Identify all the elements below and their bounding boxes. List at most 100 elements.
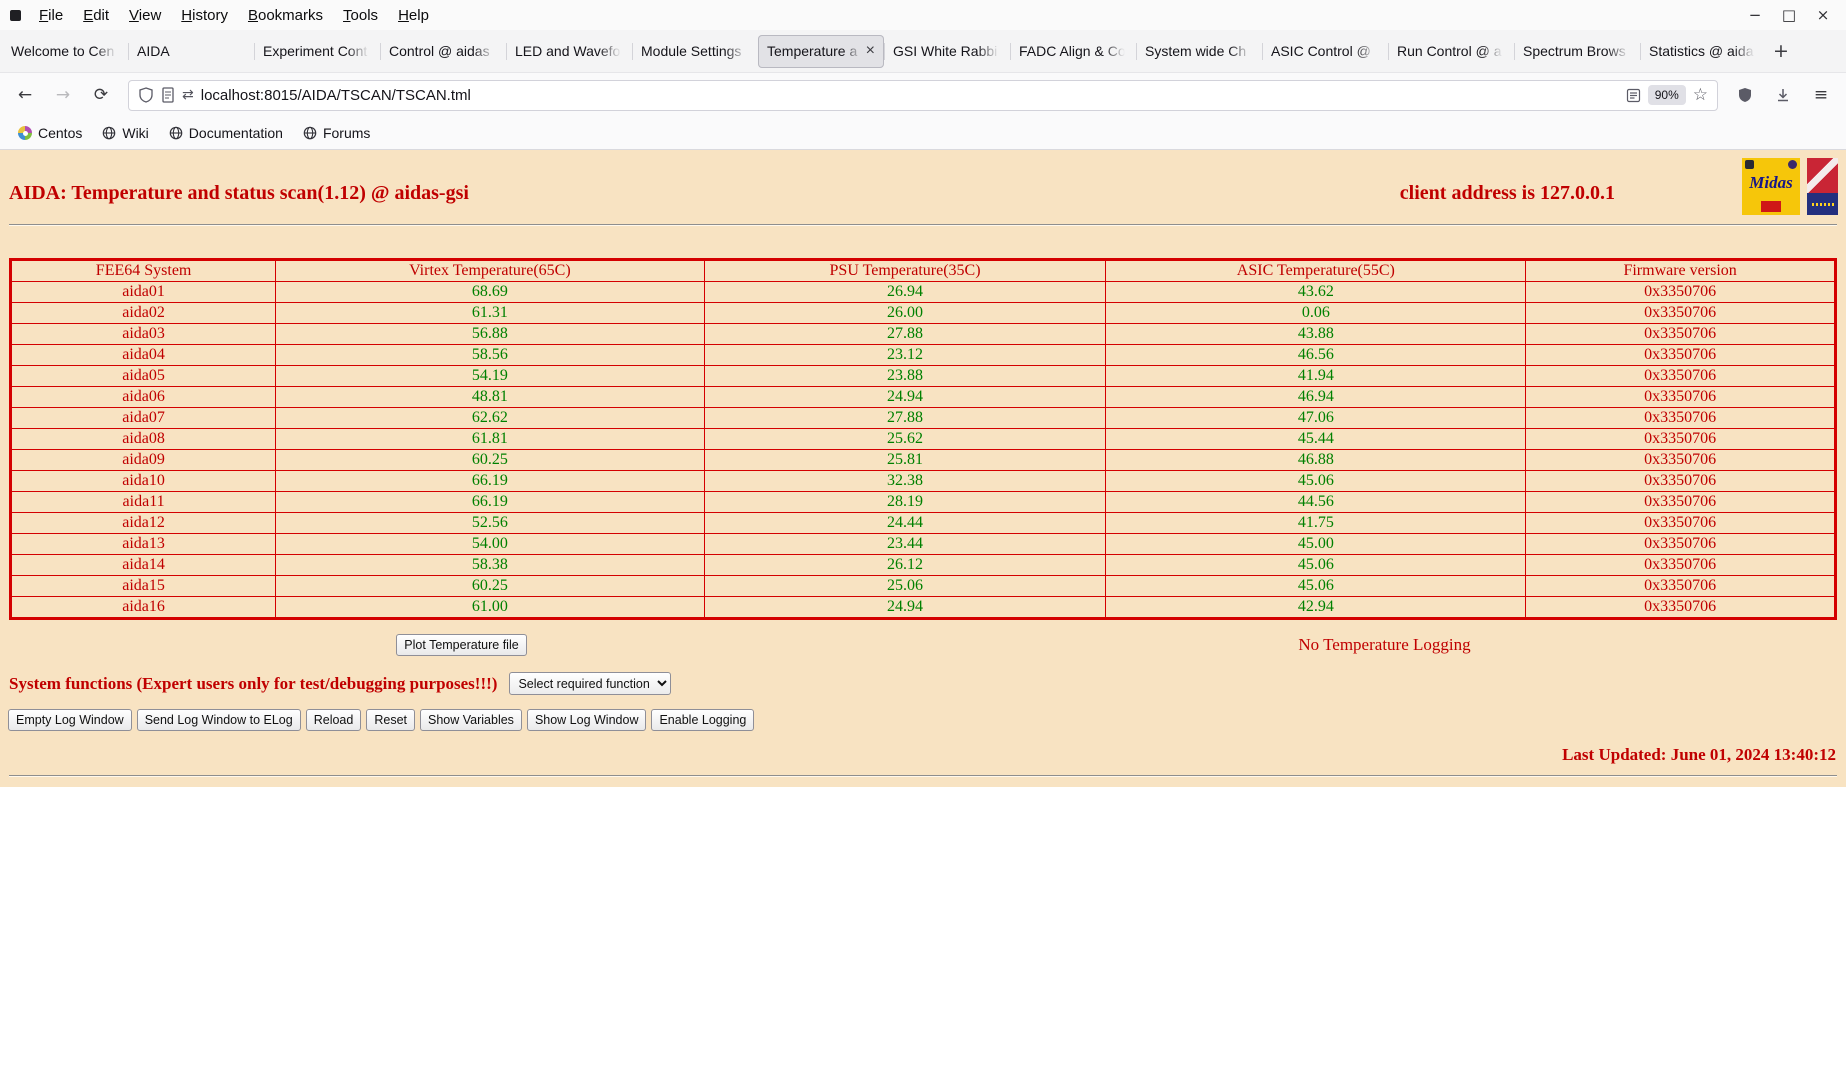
cell-firmware: 0x3350706 — [1525, 428, 1836, 450]
cell-firmware: 0x3350706 — [1525, 281, 1836, 303]
tab-led-and-wavefo[interactable]: LED and Wavefo — [506, 35, 632, 68]
forward-button[interactable]: → — [46, 79, 80, 111]
reload-button[interactable]: Reload — [305, 709, 362, 731]
cell-asic-temp: 45.00 — [1105, 533, 1527, 555]
logging-status-cell: No Temperature Logging — [923, 635, 1846, 655]
close-button[interactable]: × — [1810, 6, 1836, 24]
shield-icon[interactable] — [138, 87, 154, 103]
cell-system: aida13 — [9, 533, 277, 555]
bookmark-wiki[interactable]: Wiki — [94, 122, 156, 144]
bookmark-label: Documentation — [188, 125, 283, 141]
tab-welcome-to-cen[interactable]: Welcome to Cen — [2, 35, 128, 68]
cell-asic-temp: 41.75 — [1105, 512, 1527, 534]
show-variables-button[interactable]: Show Variables — [420, 709, 522, 731]
cell-virtex-temp: 54.00 — [275, 533, 705, 555]
maximize-button[interactable]: □ — [1776, 6, 1802, 24]
reload-button[interactable]: ⟳ — [84, 79, 118, 111]
downloads-icon[interactable] — [1766, 79, 1800, 111]
cell-asic-temp: 42.94 — [1105, 596, 1527, 619]
institute-logo-text-marks — [1811, 202, 1834, 206]
tab-gsi-white-rabbi[interactable]: GSI White Rabbi — [884, 35, 1010, 68]
empty-log-window-button[interactable]: Empty Log Window — [8, 709, 132, 731]
table-row: aida02 61.31 26.00 0.06 0x3350706 — [9, 302, 1836, 324]
menu-bar-items: File Edit View History Bookmarks Tools Help — [29, 7, 439, 24]
page-logos: Midas — [1742, 158, 1838, 215]
minimize-button[interactable]: − — [1742, 6, 1768, 24]
exchange-arrows-icon[interactable]: ⇄ — [182, 87, 194, 103]
institute-logo[interactable] — [1807, 158, 1838, 215]
menu-edit[interactable]: Edit — [73, 7, 119, 24]
tab-fadc-align-co[interactable]: FADC Align & Co — [1010, 35, 1136, 68]
cell-asic-temp: 0.06 — [1105, 302, 1527, 324]
table-row: aida10 66.19 32.38 45.06 0x3350706 — [9, 470, 1836, 492]
cell-system: aida16 — [9, 596, 277, 619]
cell-system: aida11 — [9, 491, 277, 513]
extension-shield-icon[interactable] — [1728, 79, 1762, 111]
globe-icon — [303, 126, 317, 140]
cell-firmware: 0x3350706 — [1525, 386, 1836, 408]
cell-asic-temp: 45.06 — [1105, 470, 1527, 492]
cell-system: aida10 — [9, 470, 277, 492]
midas-logo-corner-icon — [1745, 160, 1754, 169]
bookmark-forums[interactable]: Forums — [295, 122, 378, 144]
tab-aida[interactable]: AIDA — [128, 35, 254, 68]
bookmark-centos[interactable]: Centos — [10, 122, 90, 144]
new-tab-button[interactable]: + — [1766, 36, 1796, 66]
table-row: aida03 56.88 27.88 43.88 0x3350706 — [9, 323, 1836, 345]
window-icon — [10, 9, 21, 21]
enable-logging-button[interactable]: Enable Logging — [651, 709, 755, 731]
tab-experiment-cont[interactable]: Experiment Cont — [254, 35, 380, 68]
cell-system: aida14 — [9, 554, 277, 576]
system-functions-label: System functions (Expert users only for … — [9, 673, 498, 693]
cell-asic-temp: 45.06 — [1105, 575, 1527, 597]
temperature-table: FEE64 System Virtex Temperature(65C) PSU T… — [9, 258, 1837, 620]
table-row: aida13 54.00 23.44 45.00 0x3350706 — [9, 533, 1836, 555]
zoom-indicator[interactable]: 90% — [1647, 85, 1686, 105]
cell-virtex-temp: 62.62 — [275, 407, 705, 429]
cell-asic-temp: 44.56 — [1105, 491, 1527, 513]
reset-button[interactable]: Reset — [366, 709, 415, 731]
tab-label: Temperature a — [767, 43, 858, 59]
menu-tools[interactable]: Tools — [333, 7, 388, 24]
centos-logo-icon — [18, 126, 32, 140]
tab-control-aidas[interactable]: Control @ aidas — [380, 35, 506, 68]
cell-firmware: 0x3350706 — [1525, 470, 1836, 492]
cell-asic-temp: 46.94 — [1105, 386, 1527, 408]
tab-system-wide-ch[interactable]: System wide Ch — [1136, 35, 1262, 68]
menu-hamburger-icon[interactable]: ≡ — [1804, 79, 1838, 111]
table-row: aida11 66.19 28.19 44.56 0x3350706 — [9, 491, 1836, 513]
tab-run-control-a[interactable]: Run Control @ a — [1388, 35, 1514, 68]
tab-asic-control[interactable]: ASIC Control @ — [1262, 35, 1388, 68]
cell-firmware: 0x3350706 — [1525, 449, 1836, 471]
tab-module-settings[interactable]: Module Settings — [632, 35, 758, 68]
menu-view[interactable]: View — [119, 7, 171, 24]
tab-statistics-aida[interactable]: Statistics @ aida — [1640, 35, 1766, 68]
function-select[interactable]: Select required function — [509, 672, 672, 695]
table-row: aida16 61.00 24.94 42.94 0x3350706 — [9, 596, 1836, 619]
cell-firmware: 0x3350706 — [1525, 596, 1836, 619]
menu-history[interactable]: History — [171, 7, 238, 24]
reader-mode-icon[interactable] — [1626, 88, 1641, 103]
url-bar[interactable]: ⇄ localhost:8015/AIDA/TSCAN/TSCAN.tml 90… — [128, 79, 1718, 111]
tab-spectrum-brows[interactable]: Spectrum Brows — [1514, 35, 1640, 68]
cell-asic-temp: 45.06 — [1105, 554, 1527, 576]
page-info-icon[interactable] — [161, 87, 175, 103]
url-text[interactable]: localhost:8015/AIDA/TSCAN/TSCAN.tml — [201, 87, 1619, 104]
back-button[interactable]: ← — [8, 79, 42, 111]
send-log-window-to-elog-button[interactable]: Send Log Window to ELog — [136, 709, 301, 731]
bookmark-documentation[interactable]: Documentation — [161, 122, 291, 144]
bookmark-star-icon[interactable]: ☆ — [1693, 85, 1708, 105]
cell-virtex-temp: 61.31 — [275, 302, 705, 324]
tab-close-icon[interactable]: × — [866, 43, 875, 59]
cell-virtex-temp: 58.38 — [275, 554, 705, 576]
midas-logo[interactable]: Midas — [1742, 158, 1800, 215]
show-log-window-button[interactable]: Show Log Window — [526, 709, 647, 731]
menu-bookmarks[interactable]: Bookmarks — [238, 7, 333, 24]
cell-psu-temp: 32.38 — [703, 470, 1107, 492]
tab-temperature-a[interactable]: Temperature a × — [758, 34, 884, 68]
menu-help[interactable]: Help — [388, 7, 439, 24]
menu-file[interactable]: File — [29, 7, 73, 24]
page-header: AIDA: Temperature and status scan(1.12) … — [0, 150, 1846, 224]
plot-temperature-file-button[interactable]: Plot Temperature file — [396, 634, 527, 656]
column-header: PSU Temperature(35C) — [703, 259, 1107, 282]
